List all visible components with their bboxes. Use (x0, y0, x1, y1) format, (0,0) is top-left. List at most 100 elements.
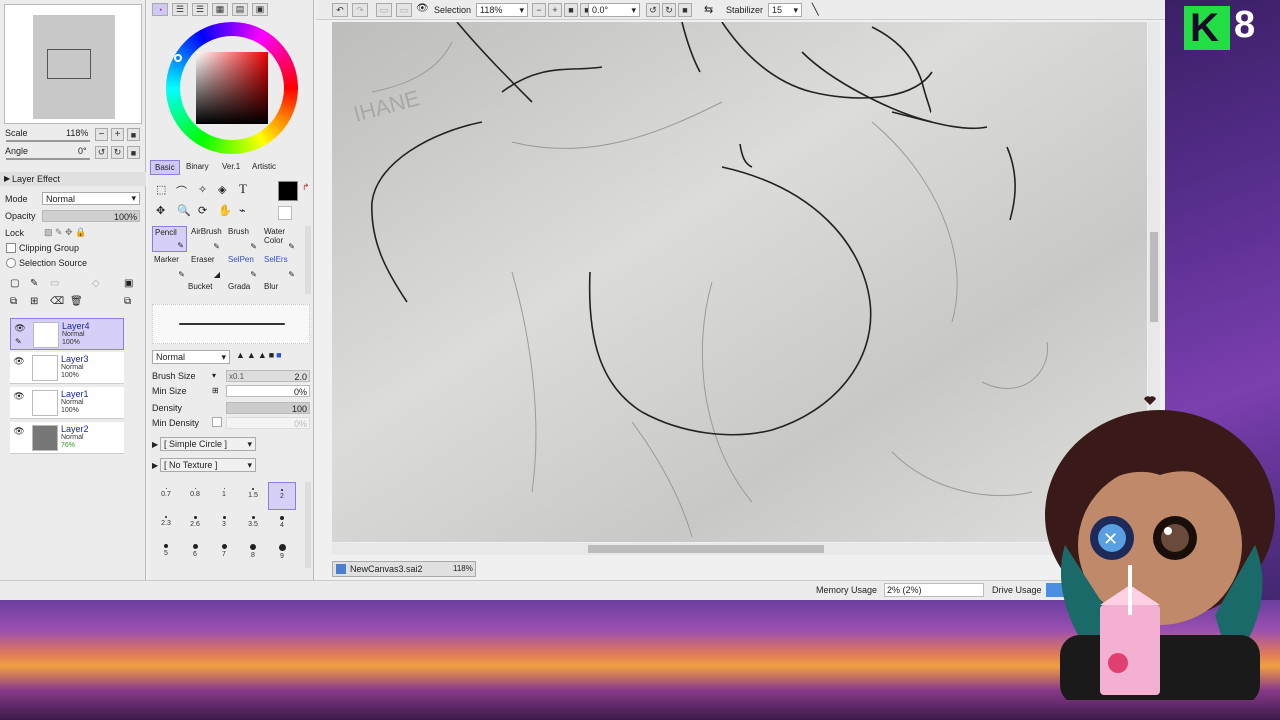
zoom-reset-button[interactable]: ■ (127, 128, 140, 141)
rotate-left-button[interactable]: ↺ (95, 146, 108, 159)
selection-visibility-icon[interactable]: 👁 (416, 3, 432, 17)
brush-texture-select[interactable]: [ No Texture ] ▾ (160, 458, 256, 472)
brush-preset[interactable]: 4 (268, 510, 296, 538)
undo-icon[interactable]: ↶ (332, 3, 348, 17)
text-tool-icon[interactable]: T (239, 181, 247, 197)
brush-preset[interactable]: 8 (239, 538, 267, 566)
brush-preset[interactable]: 0.8 (181, 482, 209, 510)
layer-settings-icon[interactable]: ▣ (124, 278, 133, 289)
selection-source-radio[interactable] (6, 258, 16, 268)
tool-bucket[interactable]: Bucket (152, 281, 212, 295)
tool-blur[interactable]: Blur (262, 281, 297, 295)
layer-more-icon[interactable]: ⧉ (124, 296, 131, 307)
min-density-slider[interactable]: 0% (226, 417, 310, 429)
brush-size-slider[interactable]: x0.1 2.0 (226, 370, 310, 382)
scale-slider[interactable] (6, 140, 90, 142)
blend-mode-select[interactable]: Normal ▾ (152, 350, 230, 364)
color-history-icon[interactable]: ▣ (252, 3, 268, 16)
rgb-slider-icon[interactable]: ☰ (172, 3, 188, 16)
horizontal-scrollbar[interactable] (332, 543, 1147, 555)
document-tab[interactable]: NewCanvas3.sai2 118% (332, 561, 476, 577)
zoom-fit-button[interactable]: ■ (564, 3, 578, 17)
density-slider[interactable]: 100 (226, 402, 310, 414)
tool-brush[interactable]: Brush ✎ (226, 226, 261, 252)
magic-wand-icon[interactable]: ✧ (198, 183, 207, 196)
brush-preset[interactable]: 0.7 (152, 482, 180, 510)
pressure-icon[interactable]: ⊞ (212, 386, 219, 395)
saturation-value-square[interactable] (196, 52, 268, 124)
new-layer-icon[interactable]: ▢ (10, 278, 19, 289)
tool-pencil[interactable]: Pencil ✎ (152, 226, 187, 252)
zoom-select[interactable]: 118% ▾ (476, 3, 528, 17)
layer-row[interactable]: 👁 ✎ Layer4 Normal 100% (10, 318, 124, 350)
zoom-in-button[interactable]: + (111, 128, 124, 141)
rotate-right-button[interactable]: ↻ (662, 3, 676, 17)
angle-slider[interactable] (6, 158, 90, 160)
min-size-slider[interactable]: 0% (226, 385, 310, 397)
brush-preset[interactable]: 1 (210, 482, 238, 510)
tab-binary[interactable]: Binary (184, 161, 211, 172)
straight-line-icon[interactable]: ╲ (812, 3, 819, 16)
shape-icon[interactable]: ◈ (218, 183, 226, 196)
eye-icon[interactable]: 👁 (13, 390, 25, 402)
hsv-slider-icon[interactable]: ☰ (192, 3, 208, 16)
deselect-icon[interactable]: ▭ (376, 3, 392, 17)
layer-mode-select[interactable]: Normal ▾ (42, 192, 140, 205)
redo-icon[interactable]: ↷ (352, 3, 368, 17)
navigator-viewport-frame[interactable] (47, 49, 91, 79)
tool-airbrush[interactable]: AirBrush ✎ (189, 226, 224, 252)
layer-row[interactable]: 👁 Layer2 Normal 76% (10, 422, 124, 454)
brush-preset[interactable]: 3 (210, 510, 238, 538)
opacity-slider[interactable]: 100% (42, 210, 140, 222)
brush-edge-selector[interactable]: ▲▲▲■■ (236, 350, 308, 364)
select-rect-icon[interactable]: ⬚ (156, 183, 166, 196)
rotate-reset-button[interactable]: ■ (678, 3, 692, 17)
min-density-checkbox[interactable] (212, 417, 222, 427)
swap-colors-icon[interactable]: ↱ (302, 182, 310, 193)
tool-selpen[interactable]: SelPen ✎ (226, 254, 261, 280)
chevron-down-icon[interactable]: ▾ (212, 371, 216, 380)
tool-watercolor[interactable]: Water Color ✎ (262, 226, 297, 252)
clipping-group-checkbox[interactable] (6, 243, 16, 253)
brush-preset[interactable]: 2.6 (181, 510, 209, 538)
expand-arrow-icon[interactable]: ▶ (152, 440, 158, 449)
navigator-preview[interactable] (4, 4, 142, 124)
new-linework-icon[interactable]: ✎ (30, 278, 38, 289)
zoom-out-button[interactable]: − (532, 3, 546, 17)
rotate-right-button[interactable]: ↻ (111, 146, 124, 159)
layer-row[interactable]: 👁 Layer3 Normal 100% (10, 352, 124, 384)
zoom-out-button[interactable]: − (95, 128, 108, 141)
transparent-color-swatch[interactable] (278, 206, 292, 220)
hand-icon[interactable]: ✋ (218, 204, 232, 217)
rotate-tool-icon[interactable]: ⟳ (198, 204, 207, 217)
tab-basic[interactable]: Basic (150, 160, 180, 175)
copy-layer-icon[interactable]: ⧉ (10, 296, 17, 307)
tab-ver1[interactable]: Ver.1 (220, 161, 242, 172)
tool-marker[interactable]: Marker ✎ (152, 254, 187, 280)
tool-selers[interactable]: SelErs ✎ (262, 254, 297, 280)
horizontal-scroll-thumb[interactable] (588, 545, 824, 553)
hue-marker[interactable] (174, 54, 182, 62)
canvas[interactable]: IHANE (332, 22, 1147, 542)
tool-scrollbar[interactable] (305, 226, 311, 294)
zoom-in-button[interactable]: + (548, 3, 562, 17)
tool-eraser[interactable]: Eraser ◢ (189, 254, 224, 280)
mask-icon[interactable]: ◇ (92, 278, 100, 289)
color-wheel[interactable] (166, 22, 298, 154)
invert-selection-icon[interactable]: ▭ (396, 3, 412, 17)
brush-preset[interactable]: 2.3 (152, 510, 180, 538)
lasso-icon[interactable]: ⌒ (176, 183, 187, 199)
move-icon[interactable]: ✥ (156, 204, 165, 217)
expand-arrow-icon[interactable]: ▶ (152, 461, 158, 470)
presets-scrollbar[interactable] (305, 482, 311, 568)
scratchpad-icon[interactable]: ▤ (232, 3, 248, 16)
brush-preset[interactable]: 7 (210, 538, 238, 566)
tab-artistic[interactable]: Artistic (250, 161, 278, 172)
brush-shape-select[interactable]: [ Simple Circle ] ▾ (160, 437, 256, 451)
eye-icon[interactable]: 👁 (13, 425, 25, 437)
flip-horizontal-icon[interactable]: ⇆ (704, 3, 713, 16)
vertical-scroll-thumb[interactable] (1150, 232, 1158, 322)
zoom-tool-icon[interactable]: 🔍 (177, 204, 191, 217)
eyedropper-icon[interactable]: ⌁ (239, 204, 246, 217)
color-wheel-icon[interactable]: ◔ (152, 3, 168, 16)
